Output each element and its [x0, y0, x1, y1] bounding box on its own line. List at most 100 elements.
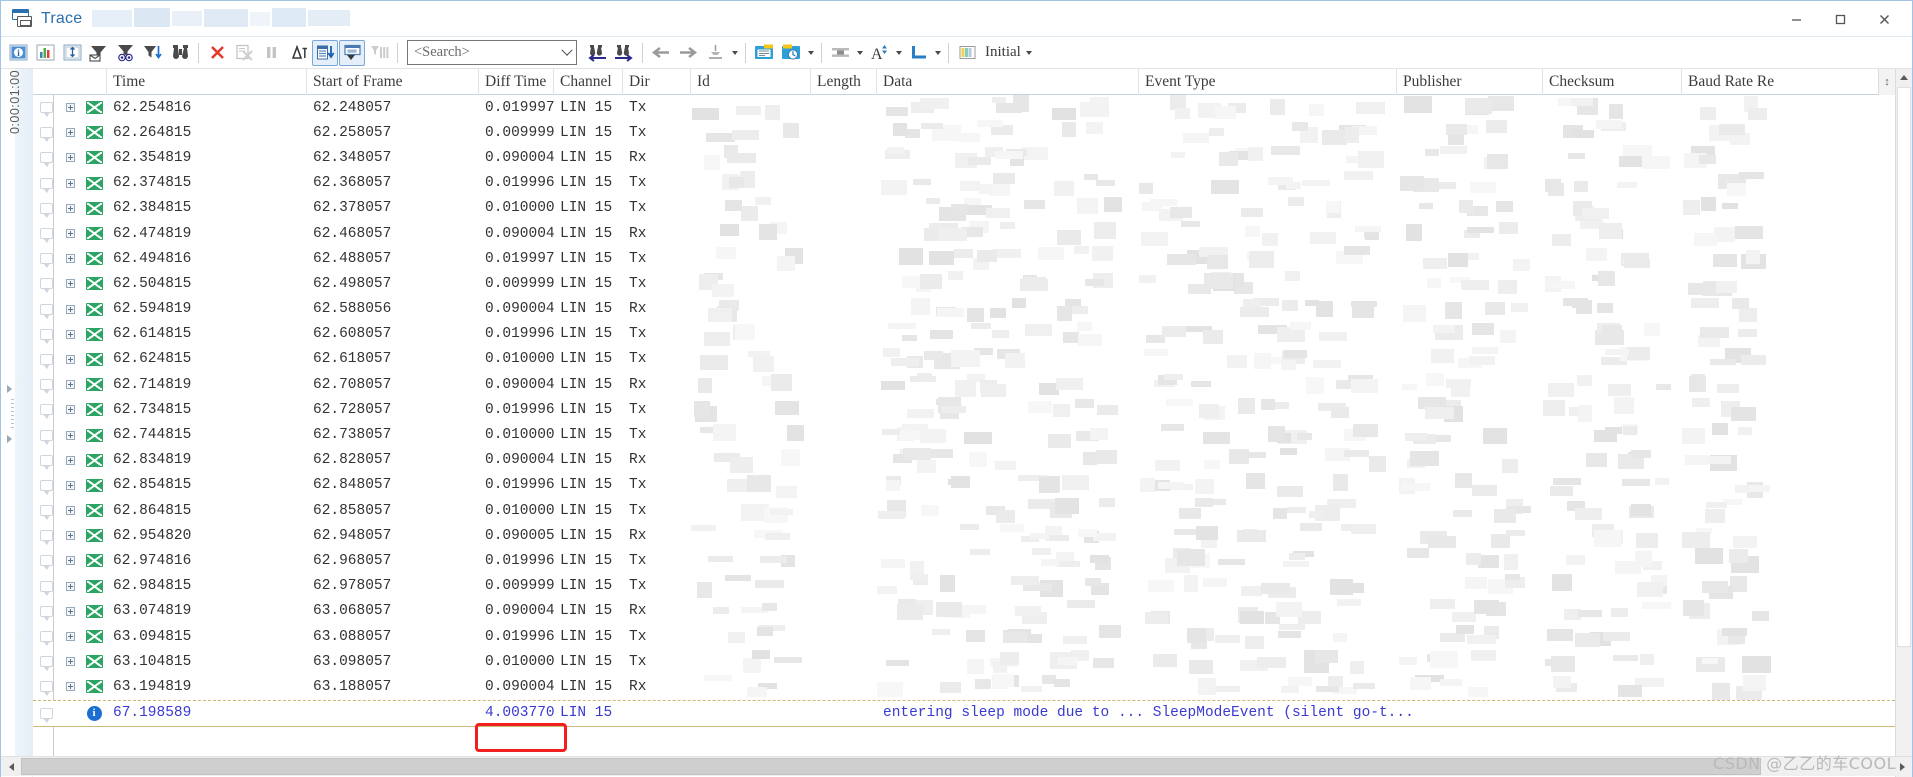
- scroll-to-latest-icon[interactable]: [312, 39, 338, 66]
- row-expand-toggle[interactable]: [59, 422, 81, 447]
- row-expand-toggle[interactable]: [59, 624, 81, 649]
- row-expand-toggle[interactable]: [59, 322, 81, 347]
- font-size-dropdown-icon[interactable]: [893, 40, 904, 66]
- row-expand-toggle[interactable]: [59, 548, 81, 573]
- row-comment-icon[interactable]: [33, 523, 59, 548]
- row-comment-icon[interactable]: [33, 574, 59, 599]
- minimize-button[interactable]: [1774, 3, 1818, 35]
- table-row[interactable]: 62.974816 62.968057 0.019996 LIN 15 Tx: [33, 548, 1895, 574]
- vertical-scrollbar[interactable]: [1895, 69, 1912, 777]
- table-row[interactable]: 62.984815 62.978057 0.009999 LIN 15 Tx: [33, 573, 1895, 599]
- table-row[interactable]: 62.744815 62.738057 0.010000 LIN 15 Tx: [33, 422, 1895, 448]
- row-layout-icon[interactable]: [827, 40, 853, 66]
- column-header-channel[interactable]: Channel: [554, 69, 623, 95]
- table-row[interactable]: 62.504815 62.498057 0.009999 LIN 15 Tx: [33, 271, 1895, 297]
- column-filter-icon[interactable]: [366, 40, 392, 66]
- row-expand-toggle[interactable]: [59, 599, 81, 624]
- row-expand-toggle[interactable]: [59, 171, 81, 196]
- row-expand-toggle[interactable]: [59, 95, 81, 120]
- row-comment-icon[interactable]: [33, 145, 59, 170]
- open-logging-icon[interactable]: [751, 40, 777, 66]
- column-header-data[interactable]: Data: [877, 69, 1139, 95]
- row-expand-toggle[interactable]: [59, 473, 81, 498]
- row-comment-icon[interactable]: [33, 674, 59, 699]
- close-button[interactable]: [1862, 3, 1906, 35]
- ruler-marker-top-icon[interactable]: [7, 385, 12, 393]
- clear-list-icon[interactable]: [231, 40, 257, 66]
- table-row[interactable]: 62.854815 62.848057 0.019996 LIN 15 Tx: [33, 472, 1895, 498]
- find-previous-icon[interactable]: [584, 40, 610, 66]
- horizontal-scroll-thumb[interactable]: [21, 758, 1761, 775]
- row-comment-icon[interactable]: [33, 322, 59, 347]
- table-row[interactable]: 63.074819 63.068057 0.090004 LIN 15 Rx: [33, 598, 1895, 624]
- table-row[interactable]: 62.624815 62.618057 0.010000 LIN 15 Tx: [33, 346, 1895, 373]
- table-row[interactable]: 62.264815 62.258057 0.009999 LIN 15 Tx: [33, 120, 1895, 146]
- row-expand-toggle[interactable]: [59, 120, 81, 145]
- filter-message-icon[interactable]: [86, 40, 112, 66]
- row-layout-dropdown-icon[interactable]: [854, 40, 865, 66]
- row-expand-toggle[interactable]: [59, 221, 81, 246]
- row-expand-toggle[interactable]: [59, 674, 81, 699]
- vertical-scroll-thumb[interactable]: [1897, 87, 1911, 647]
- row-expand-toggle[interactable]: [59, 145, 81, 170]
- column-header-dir[interactable]: Dir: [623, 69, 691, 95]
- row-expand-toggle[interactable]: [59, 246, 81, 271]
- table-row[interactable]: 62.834819 62.828057 0.090004 LIN 15 Rx: [33, 447, 1895, 473]
- row-comment-icon[interactable]: [33, 246, 59, 271]
- row-comment-icon[interactable]: [33, 221, 59, 246]
- row-expand-toggle[interactable]: [59, 372, 81, 397]
- table-row[interactable]: 62.494816 62.488057 0.019997 LIN 15 Tx: [33, 246, 1895, 272]
- delta-time-icon[interactable]: [285, 40, 311, 66]
- font-size-icon[interactable]: A: [866, 40, 892, 66]
- view-preset-dropdown-icon[interactable]: [1024, 40, 1035, 66]
- logging-dropdown-icon[interactable]: [805, 40, 816, 66]
- table-row[interactable]: 63.104815 63.098057 0.010000 LIN 15 Tx: [33, 649, 1895, 675]
- ruler-grip-dots[interactable]: [11, 399, 14, 431]
- row-comment-icon[interactable]: [33, 347, 59, 372]
- row-comment-icon[interactable]: [33, 498, 59, 523]
- row-comment-icon[interactable]: [33, 120, 59, 145]
- table-row[interactable]: 62.384815 62.378057 0.010000 LIN 15 Tx: [33, 196, 1895, 221]
- column-header-checksum[interactable]: Checksum: [1543, 69, 1682, 95]
- row-comment-icon[interactable]: [33, 196, 59, 221]
- scroll-up-button[interactable]: [1896, 69, 1912, 86]
- scroll-left-button[interactable]: [1, 757, 21, 776]
- analysis-filter-icon[interactable]: [113, 40, 139, 66]
- table-row[interactable]: 62.474819 62.468057 0.090004 LIN 15 Rx: [33, 220, 1895, 247]
- table-row[interactable]: 62.714819 62.708057 0.090004 LIN 15 Rx: [33, 372, 1895, 398]
- table-row[interactable]: 62.864815 62.858057 0.010000 LIN 15 Tx: [33, 498, 1895, 524]
- find-next-icon[interactable]: [611, 40, 637, 66]
- row-comment-icon[interactable]: [33, 548, 59, 573]
- column-header-start_of_frame[interactable]: Start of Frame: [307, 69, 479, 95]
- row-comment-icon[interactable]: [33, 473, 59, 498]
- ruler-marker-bottom-icon[interactable]: [7, 435, 12, 443]
- column-header-length[interactable]: Length: [811, 69, 877, 95]
- navigate-forward-icon[interactable]: [675, 40, 701, 66]
- row-expand-toggle[interactable]: [59, 347, 81, 372]
- row-comment-icon[interactable]: [33, 372, 59, 397]
- row-comment-icon[interactable]: [33, 448, 59, 473]
- toggle-column-icon[interactable]: [59, 40, 85, 66]
- row-comment-icon[interactable]: [33, 700, 59, 727]
- initial-view-icon[interactable]: [954, 40, 980, 66]
- table-row[interactable]: 62.594819 62.588056 0.090004 LIN 15 Rx: [33, 297, 1895, 322]
- maximize-button[interactable]: [1818, 3, 1862, 35]
- row-expand-toggle[interactable]: [59, 574, 81, 599]
- clear-icon[interactable]: [204, 40, 230, 66]
- row-expand-toggle[interactable]: [59, 448, 81, 473]
- scroll-right-button[interactable]: [1892, 757, 1912, 776]
- table-row[interactable]: 62.614815 62.608057 0.019996 LIN 15 Tx: [33, 321, 1895, 347]
- row-expand-toggle[interactable]: [59, 196, 81, 221]
- row-comment-icon[interactable]: [33, 649, 59, 674]
- row-expand-toggle[interactable]: [59, 498, 81, 523]
- table-row[interactable]: 62.354819 62.348057 0.090004 LIN 15 Rx: [33, 145, 1895, 171]
- expand-detail-icon[interactable]: [339, 39, 365, 66]
- statistics-icon[interactable]: [32, 40, 58, 66]
- table-row[interactable]: 62.954820 62.948057 0.090005 LIN 15 Rx: [33, 523, 1895, 549]
- row-comment-icon[interactable]: [33, 95, 59, 120]
- marker-icon[interactable]: [702, 40, 728, 66]
- row-expand-toggle[interactable]: [59, 649, 81, 674]
- logging-config-icon[interactable]: [778, 40, 804, 66]
- row-comment-icon[interactable]: [33, 599, 59, 624]
- column-header-time[interactable]: Time: [107, 69, 307, 95]
